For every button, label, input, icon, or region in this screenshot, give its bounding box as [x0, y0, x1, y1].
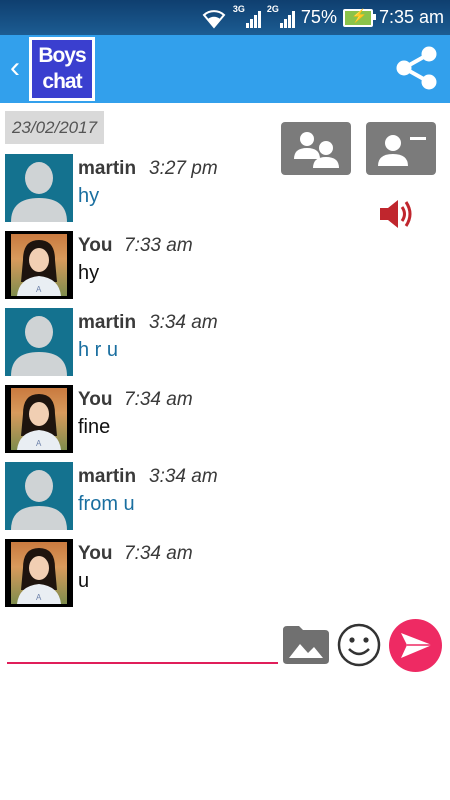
share-icon[interactable] — [392, 43, 442, 93]
logo-line2: chat — [42, 70, 82, 93]
message-item: A You 7:34 am u — [5, 539, 275, 607]
message-text: u — [78, 570, 90, 592]
message-input[interactable] — [7, 628, 282, 662]
default-avatar-icon — [11, 470, 67, 530]
wifi-icon — [202, 9, 226, 29]
message-item: martin 3:27 pm hy — [5, 154, 275, 222]
app-bar: ‹ Boys chat — [0, 35, 450, 103]
network-3g-label: 3G — [232, 3, 245, 14]
date-chip: 23/02/2017 — [5, 111, 104, 144]
svg-text:A: A — [36, 285, 42, 294]
emoji-icon[interactable] — [336, 622, 382, 668]
avatar — [5, 308, 73, 376]
message-item: A You 7:34 am fine — [5, 385, 275, 453]
user-photo: A — [11, 542, 67, 604]
remove-contact-button[interactable] — [366, 122, 436, 175]
avatar: A — [5, 539, 73, 607]
speaker-icon[interactable] — [378, 197, 416, 231]
app-logo: Boys chat — [29, 37, 95, 101]
image-icon[interactable] — [283, 626, 329, 664]
group-icon — [294, 132, 339, 168]
battery-percent: 75% — [300, 7, 337, 27]
message-time: 7:33 am — [124, 235, 193, 256]
status-time: 7:35 am — [378, 7, 444, 27]
message-item: martin 3:34 am h r u — [5, 308, 275, 376]
message-time: 7:34 am — [124, 543, 193, 564]
signal-3g-icon: 3G — [232, 3, 261, 30]
svg-text:A: A — [36, 439, 42, 448]
back-icon[interactable]: ‹ — [4, 51, 26, 85]
message-time: 3:27 pm — [149, 158, 218, 179]
signal-2g-icon: 2G — [266, 3, 295, 30]
avatar: A — [5, 385, 73, 453]
message-text: hy — [78, 185, 100, 207]
message-sender: You — [78, 235, 113, 256]
message-sender: You — [78, 543, 113, 564]
message-item: martin 3:34 am from u — [5, 462, 275, 530]
message-text: hy — [78, 262, 100, 284]
svg-text:A: A — [36, 593, 42, 602]
logo-line1: Boys — [38, 44, 86, 67]
message-text: from u — [78, 493, 135, 515]
remove-contact-icon — [378, 135, 426, 166]
default-avatar-icon — [11, 162, 67, 222]
send-button[interactable] — [389, 619, 442, 672]
message-item: A You 7:33 am hy — [5, 231, 275, 299]
status-icons: 3G 2G 75% ⚡ 7:35 am — [201, 0, 444, 35]
send-icon — [401, 633, 432, 658]
message-sender: You — [78, 389, 113, 410]
status-bar: 3G 2G 75% ⚡ 7:35 am — [0, 0, 450, 35]
message-sender: martin — [78, 466, 137, 487]
user-photo: A — [11, 234, 67, 296]
message-sender: martin — [78, 312, 137, 333]
message-sender: martin — [78, 158, 137, 179]
message-text: fine — [78, 416, 111, 438]
avatar — [5, 462, 73, 530]
message-time: 7:34 am — [124, 389, 193, 410]
default-avatar-icon — [11, 316, 67, 376]
avatar: A — [5, 231, 73, 299]
message-time: 3:34 am — [149, 312, 218, 333]
input-underline — [7, 662, 278, 664]
message-text: h r u — [78, 339, 119, 361]
message-time: 3:34 am — [149, 466, 218, 487]
group-button[interactable] — [281, 122, 351, 175]
user-photo: A — [11, 388, 67, 450]
network-2g-label: 2G — [266, 3, 279, 14]
avatar — [5, 154, 73, 222]
battery-icon: ⚡ — [342, 8, 376, 27]
